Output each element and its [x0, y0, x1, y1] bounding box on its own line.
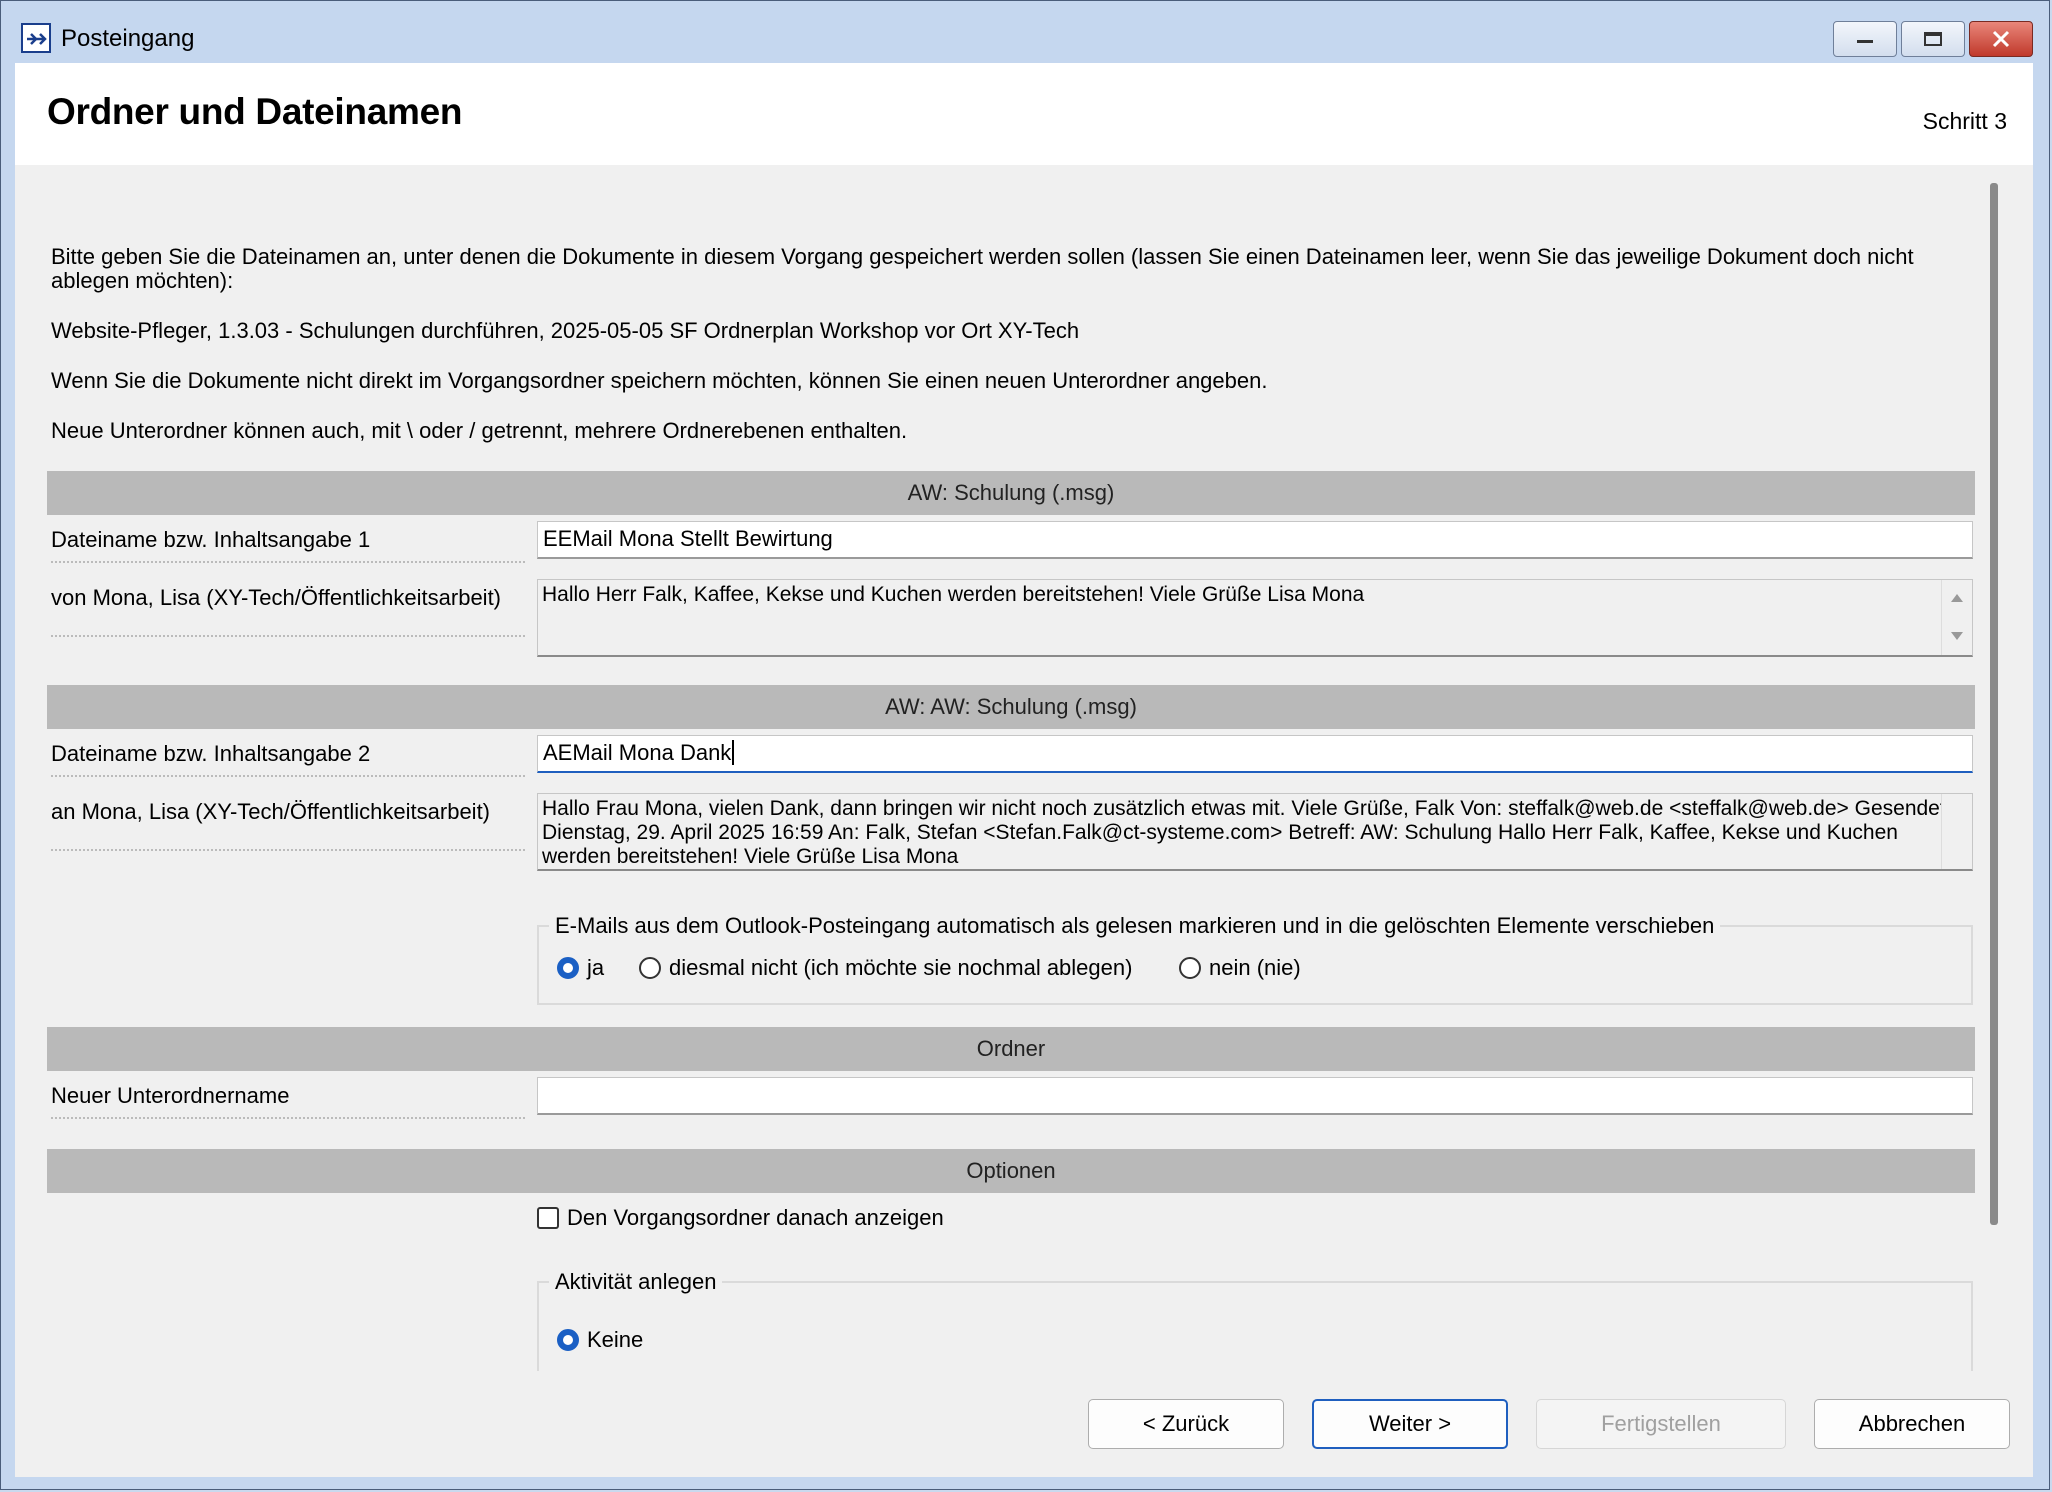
section-document-1: AW: Schulung (.msg) — [47, 471, 1975, 515]
page-scrollbar[interactable] — [1990, 183, 1998, 1225]
preview-scrollbar-1[interactable] — [1941, 580, 1972, 655]
title-bar: Posteingang — [1, 1, 2049, 63]
back-button[interactable]: < Zurück — [1088, 1399, 1284, 1449]
step-indicator: Schritt 3 — [1922, 108, 2007, 134]
radio-selected-icon — [557, 957, 579, 979]
page-title: Ordner und Dateinamen — [47, 91, 463, 132]
radio-diesmal-nicht[interactable]: diesmal nicht (ich möchte sie nochmal ab… — [639, 955, 1132, 981]
radio-ja[interactable]: ja — [557, 955, 604, 981]
radio-nein[interactable]: nein (nie) — [1179, 955, 1301, 981]
minimize-button[interactable] — [1833, 21, 1897, 57]
show-folder-checkbox[interactable]: Den Vorgangsordner danach anzeigen — [537, 1205, 944, 1231]
intro-text: Bitte geben Sie die Dateinamen an, unter… — [51, 244, 1914, 293]
next-button[interactable]: Weiter > — [1312, 1399, 1508, 1449]
scroll-area[interactable]: Bitte geben Sie die Dateinamen an, unter… — [15, 165, 2015, 1371]
wizard-header: Ordner und Dateinamen Schritt 3 — [15, 63, 2033, 165]
scroll-arrows-icon — [1951, 594, 1963, 640]
outlook-handling-group: E-Mails aus dem Outlook-Posteingang auto… — [537, 913, 1973, 1005]
radio-empty-icon — [639, 957, 661, 979]
recipient-label-2: an Mona, Lisa (XY-Tech/Öffentlichkeitsar… — [51, 799, 525, 851]
filename-input-2[interactable]: AEMail Mona Dank — [537, 735, 1973, 773]
activity-group: Aktivität anlegen Keine — [537, 1269, 1973, 1371]
radio-empty-icon — [1179, 957, 1201, 979]
finish-button[interactable]: Fertigstellen — [1536, 1399, 1786, 1449]
filename-input-1[interactable]: EEMail Mona Stellt Bewirtung — [537, 521, 1973, 559]
minimize-icon — [1857, 40, 1873, 43]
outlook-handling-title: E-Mails aus dem Outlook-Posteingang auto… — [549, 913, 1721, 939]
preview-text-2: Hallo Frau Mona, vielen Dank, dann bring… — [542, 797, 1952, 868]
maximize-icon — [1924, 32, 1942, 46]
sender-label-1: von Mona, Lisa (XY-Tech/Öffentlichkeitsa… — [51, 585, 525, 637]
radio-selected-icon — [557, 1329, 579, 1351]
wizard-window: Posteingang Ordner und Dateinamen Schrit… — [0, 0, 2050, 1490]
folder-levels-hint: Neue Unterordner können auch, mit \ oder… — [51, 418, 908, 443]
section-document-2: AW: AW: Schulung (.msg) — [47, 685, 1975, 729]
filename-value-2: AEMail Mona Dank — [543, 740, 732, 765]
checkbox-icon — [537, 1207, 559, 1229]
subfolder-label: Neuer Unterordnername — [51, 1083, 525, 1119]
filename-label-1: Dateiname bzw. Inhaltsangabe 1 — [51, 527, 525, 563]
cancel-button[interactable]: Abbrechen — [1814, 1399, 2010, 1449]
window-title: Posteingang — [61, 25, 195, 52]
close-button[interactable] — [1969, 21, 2033, 57]
process-path: Website-Pfleger, 1.3.03 - Schulungen dur… — [51, 318, 1080, 343]
filename-label-2: Dateiname bzw. Inhaltsangabe 2 — [51, 741, 525, 777]
app-icon — [21, 23, 51, 53]
preview-textbox-2[interactable]: Hallo Frau Mona, vielen Dank, dann bring… — [537, 793, 1973, 871]
preview-scrollbar-2[interactable] — [1941, 794, 1972, 869]
preview-textbox-1[interactable]: Hallo Herr Falk, Kaffee, Kekse und Kuche… — [537, 579, 1973, 657]
radio-keine[interactable]: Keine — [557, 1327, 643, 1353]
section-options: Optionen — [47, 1149, 1975, 1193]
preview-text-1: Hallo Herr Falk, Kaffee, Kekse und Kuche… — [542, 583, 1365, 606]
section-folder: Ordner — [47, 1027, 1975, 1071]
maximize-button[interactable] — [1901, 21, 1965, 57]
wizard-client: Ordner und Dateinamen Schritt 3 Bitte ge… — [15, 63, 2033, 1477]
activity-group-title: Aktivität anlegen — [549, 1269, 723, 1295]
subfolder-input[interactable] — [537, 1077, 1973, 1115]
subfolder-hint: Wenn Sie die Dokumente nicht direkt im V… — [51, 368, 1268, 393]
close-icon — [1992, 30, 2010, 48]
